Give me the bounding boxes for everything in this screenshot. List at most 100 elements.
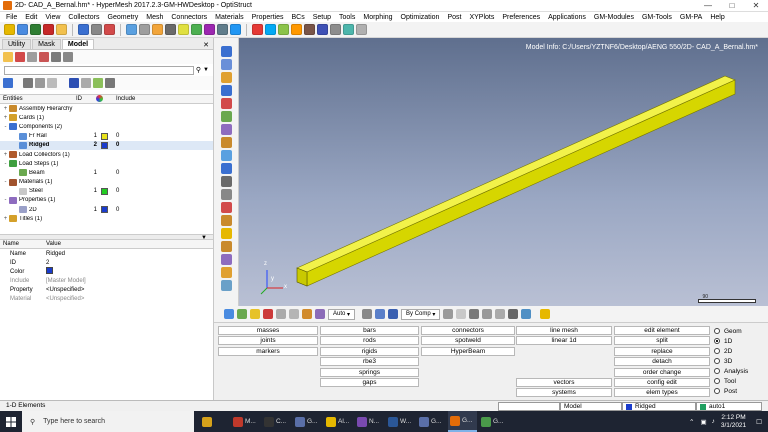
tree-item[interactable]: Steel 1 0 (0, 187, 213, 196)
shaded-icon[interactable] (224, 309, 234, 319)
measure-icon[interactable] (221, 189, 232, 200)
radio-tool[interactable]: Tool (714, 376, 748, 386)
panel-button-linear-1d[interactable]: linear 1d (516, 336, 612, 346)
options-icon[interactable] (356, 24, 367, 35)
display-icon[interactable] (3, 78, 13, 88)
center-icon[interactable] (304, 24, 315, 35)
tree-item[interactable]: Ridged 2 0 (0, 140, 213, 150)
collapse-icon[interactable]: - (2, 197, 9, 203)
panel-button-edit-element[interactable]: edit element (614, 326, 710, 335)
radio-3d[interactable]: 3D (714, 356, 748, 366)
property-row[interactable]: Color (0, 267, 213, 276)
menu-item-post[interactable]: Post (443, 14, 465, 21)
pin-icon[interactable] (221, 267, 232, 278)
show-all-icon[interactable] (278, 24, 289, 35)
delete-icon[interactable] (263, 309, 273, 319)
color-swatch[interactable] (101, 132, 108, 140)
property-value[interactable]: Ridged (46, 251, 213, 257)
tools-icon[interactable] (51, 52, 61, 62)
tree-item[interactable]: + Load Collectors (1) (0, 150, 213, 159)
camera-icon[interactable] (330, 24, 341, 35)
tree-item[interactable]: + Cards (1) (0, 113, 213, 122)
hide-icon[interactable] (291, 24, 302, 35)
volume-icon[interactable]: ♪ (712, 418, 715, 425)
pick-icon[interactable] (265, 24, 276, 35)
undo-icon[interactable] (78, 24, 89, 35)
color-swatch[interactable] (46, 267, 53, 274)
mesh-icon[interactable] (250, 309, 260, 319)
translate-icon[interactable] (221, 85, 232, 96)
taskbar-app[interactable]: M... (231, 411, 260, 432)
radio-post[interactable]: Post (714, 386, 748, 396)
panel-splitter[interactable]: ▼ (0, 234, 213, 241)
network-icon[interactable]: ▣ (700, 418, 706, 426)
color-by-dropdown[interactable]: By Comp ▾ (401, 308, 441, 320)
element-color-icon[interactable] (362, 309, 373, 319)
render-icon[interactable] (104, 24, 115, 35)
property-value[interactable]: <Unspecified> (46, 296, 213, 302)
tab-model[interactable]: Model (61, 39, 95, 49)
close-icon[interactable]: ✕ (744, 0, 768, 12)
taskbar-app[interactable]: C... (262, 411, 291, 432)
entity-icon[interactable] (15, 52, 25, 62)
menu-item-mesh[interactable]: Mesh (142, 14, 167, 21)
folder-icon[interactable] (3, 52, 13, 62)
panel-button-joints[interactable]: joints (218, 336, 318, 346)
status-load-collector[interactable]: auto1 (696, 402, 762, 411)
options-icon[interactable] (63, 52, 73, 62)
menu-item-applications[interactable]: Applications (544, 14, 590, 21)
panel-button-spotweld[interactable]: spotweld (421, 336, 515, 346)
menu-item-view[interactable]: View (41, 14, 64, 21)
menu-item-gm-modules[interactable]: GM-Modules (590, 14, 638, 21)
perspective-icon[interactable] (317, 24, 328, 35)
collapse-icon[interactable]: - (2, 161, 9, 167)
view-front-icon[interactable] (204, 24, 215, 35)
tray-chevron-icon[interactable]: ⌃ (689, 418, 694, 426)
menu-item-tools[interactable]: Tools (335, 14, 359, 21)
radio-geom[interactable]: Geom (714, 326, 748, 336)
panel-button-replace[interactable]: replace (614, 346, 710, 356)
property-value[interactable]: [Master Model] (46, 278, 213, 284)
panel-button-markers[interactable]: markers (218, 346, 318, 356)
tree-item[interactable]: - Properties (1) (0, 196, 213, 205)
redo-icon[interactable] (91, 24, 102, 35)
pan-icon[interactable] (126, 24, 137, 35)
search-input[interactable] (4, 65, 194, 75)
tree-item[interactable]: Fr Rail 1 0 (0, 132, 213, 141)
view-icon[interactable] (27, 52, 37, 62)
transparency-icon[interactable] (315, 309, 325, 319)
select-icon[interactable] (221, 46, 232, 57)
property-value[interactable]: <Unspecified> (46, 287, 213, 293)
export-icon[interactable] (43, 24, 54, 35)
select-by-icon[interactable] (221, 59, 232, 70)
find-icon[interactable] (302, 309, 312, 319)
menu-item-gm-tools[interactable]: GM-Tools (638, 14, 676, 21)
radio-2d[interactable]: 2D (714, 346, 748, 356)
eye-icon[interactable] (93, 78, 103, 88)
clip-icon[interactable] (252, 24, 263, 35)
property-row[interactable]: Property <Unspecified> (0, 285, 213, 294)
property-row[interactable]: Material <Unspecified> (0, 294, 213, 303)
taskbar-app[interactable]: N... (355, 411, 384, 432)
close-icon[interactable]: ✕ (199, 41, 213, 49)
render-mode-dropdown[interactable]: Auto ▾ (328, 308, 356, 320)
lock-icon[interactable] (221, 228, 232, 239)
tree-item[interactable]: + Assembly Hierarchy (0, 104, 213, 113)
notifications-icon[interactable]: ☐ (756, 418, 762, 426)
status-model[interactable]: Model (560, 402, 622, 411)
menu-item-collectors[interactable]: Collectors (64, 14, 103, 21)
expand-icon[interactable]: + (2, 216, 9, 222)
panel-button-rbe3[interactable]: rbe3 (320, 357, 419, 367)
expand-icon[interactable] (23, 78, 33, 88)
favorite-icon[interactable] (540, 309, 551, 319)
status-component[interactable]: Ridged (622, 402, 696, 411)
panel-button-config-edit[interactable]: config edit (614, 378, 710, 387)
id-column-header[interactable]: ID (76, 96, 96, 102)
wireframe-icon[interactable] (237, 309, 247, 319)
panel-button-rigids[interactable]: rigids (320, 346, 419, 356)
align-icon[interactable] (221, 150, 232, 161)
property-row[interactable]: Include [Master Model] (0, 276, 213, 285)
menu-item-morphing[interactable]: Morphing (359, 14, 396, 21)
open-file-icon[interactable] (4, 24, 15, 35)
panel-button-elem-types[interactable]: elem types (614, 388, 710, 398)
